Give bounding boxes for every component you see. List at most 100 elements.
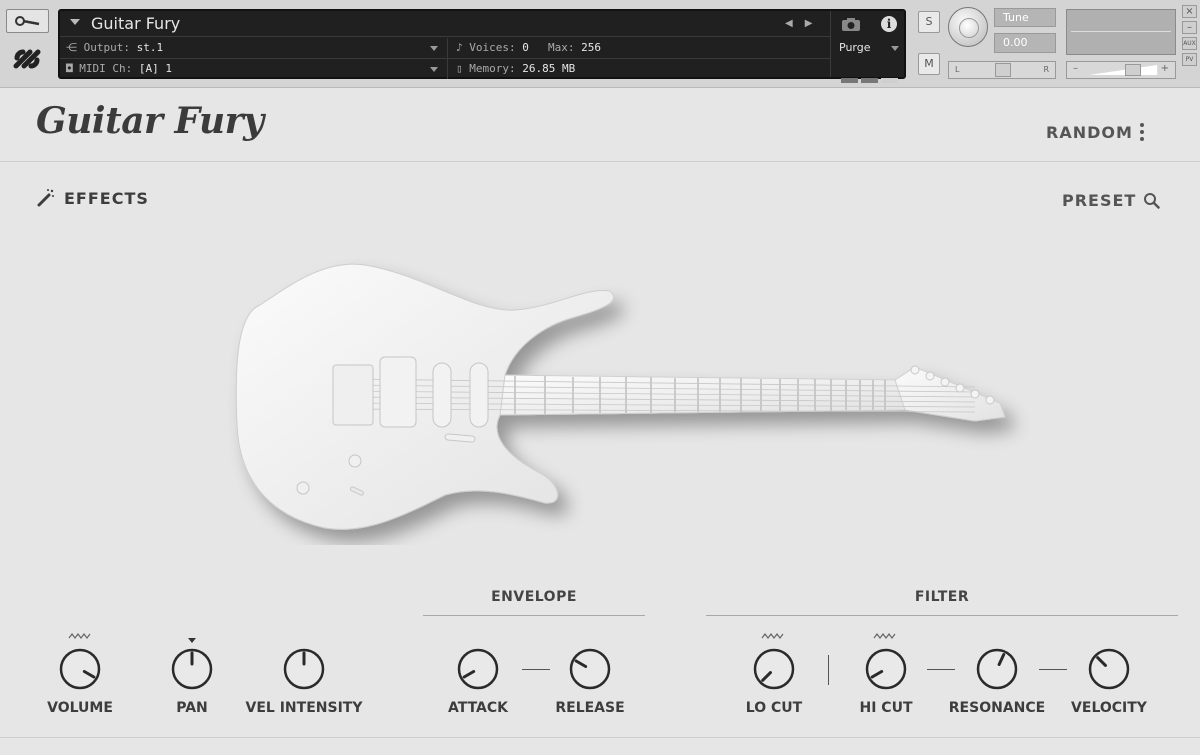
volume-knob[interactable] (59, 648, 101, 690)
voices-icon: ♪ (456, 41, 463, 54)
lo-cut-label: LO CUT (745, 700, 803, 716)
volume-ramp (1089, 65, 1158, 75)
close-button[interactable]: × (1182, 5, 1197, 18)
hi-cut-knob[interactable] (865, 648, 907, 690)
filter-section-label: FILTER (914, 589, 970, 605)
instrument-name[interactable]: Guitar Fury (91, 14, 180, 33)
minimize-button[interactable]: – (1182, 21, 1197, 34)
release-knob[interactable] (569, 648, 611, 690)
attack-release-connector (522, 669, 550, 670)
header-right-block: i Purge (830, 11, 906, 83)
hi-cut-label: HI CUT (859, 700, 913, 716)
effects-label: EFFECTS (64, 188, 149, 208)
pan-label: PAN (176, 700, 208, 716)
mute-button[interactable]: M (918, 53, 940, 75)
info-icon[interactable]: i (881, 16, 897, 32)
release-label: RELEASE (555, 700, 625, 716)
velocity-knob[interactable] (1088, 648, 1130, 690)
level-meter (1066, 9, 1176, 55)
tune-value[interactable]: 0.00 (994, 33, 1056, 53)
more-options-icon[interactable] (1140, 123, 1144, 144)
volume-minus-label: – (1073, 63, 1078, 74)
midi-value: [A] 1 (138, 62, 172, 75)
cpu-meters (841, 68, 901, 87)
pan-knob[interactable] (171, 648, 213, 690)
midi-dropdown-icon[interactable] (430, 67, 438, 72)
midi-icon: ◘ (66, 62, 73, 75)
tune-knob[interactable] (948, 7, 988, 47)
instrument-header-panel: Guitar Fury ◀▶ ⋲ Output: st.1 ♪ Voices: … (58, 9, 906, 83)
wrench-button[interactable] (6, 9, 49, 33)
voices-field: ♪ Voices: 0 (456, 41, 529, 54)
output-field[interactable]: ⋲ Output: st.1 (66, 41, 163, 54)
voices-value: 0 (522, 41, 529, 54)
kontakt-logo-icon (13, 49, 41, 69)
attack-knob[interactable] (457, 648, 499, 690)
output-icon: ⋲ (66, 41, 77, 54)
solo-button[interactable]: S (918, 11, 940, 33)
output-label: Output: (83, 41, 130, 54)
output-dropdown-icon[interactable] (430, 46, 438, 51)
pan-right-label: R (1043, 65, 1049, 74)
camera-icon[interactable] (841, 17, 861, 32)
pan-center-marker-icon (188, 638, 196, 643)
volume-slider[interactable]: – + (1066, 61, 1176, 79)
tune-label: Tune (994, 8, 1056, 27)
locut-mod-wave-icon (761, 633, 784, 639)
pan-slider[interactable]: L R (948, 61, 1056, 79)
memory-label: Memory: (469, 62, 516, 75)
volume-slider-thumb[interactable] (1125, 64, 1141, 76)
hicut-resonance-connector (927, 669, 955, 670)
guitar-illustration (235, 263, 1006, 530)
hicut-mod-wave-icon (873, 633, 896, 639)
memory-value: 26.85 MB (522, 62, 576, 75)
volume-label: VOLUME (47, 700, 113, 716)
memory-field: ▯ Memory: 26.85 MB (456, 62, 575, 75)
prev-next-arrows-icon[interactable]: ◀▶ (785, 18, 824, 29)
filter-divider (828, 655, 829, 685)
magic-wand-icon (37, 189, 54, 207)
resonance-velocity-connector (1039, 669, 1067, 670)
max-label: Max: (548, 41, 575, 54)
purge-button[interactable]: Purge (839, 41, 871, 54)
instrument-title: Guitar Fury (36, 100, 264, 142)
pv-button[interactable]: PV (1182, 53, 1197, 66)
aux-button[interactable]: AUX (1182, 37, 1197, 50)
collapse-caret-icon[interactable] (70, 19, 80, 25)
pan-left-label: L (955, 65, 960, 74)
midi-label: MIDI Ch: (79, 62, 133, 75)
preset-label: PRESET (1062, 191, 1137, 210)
kontakt-header: Guitar Fury ◀▶ ⋲ Output: st.1 ♪ Voices: … (0, 0, 1200, 88)
instrument-title-row: Guitar Fury ◀▶ (60, 11, 830, 37)
envelope-section-line (423, 615, 645, 616)
preset-button[interactable]: PRESET (1062, 191, 1161, 210)
effects-button[interactable]: EFFECTS (36, 188, 149, 208)
instrument-row-midi: ◘ MIDI Ch: [A] 1 ▯ Memory: 26.85 MB (60, 60, 830, 79)
resonance-label: RESONANCE (948, 700, 1046, 716)
max-voices-field[interactable]: Max: 256 (548, 41, 601, 54)
vel-intensity-label: VEL INTENSITY (245, 700, 363, 716)
vel-intensity-knob[interactable] (283, 648, 325, 690)
envelope-section-label: ENVELOPE (491, 589, 577, 605)
midi-channel-field[interactable]: ◘ MIDI Ch: [A] 1 (66, 62, 172, 75)
wrench-icon (14, 16, 39, 26)
attack-label: ATTACK (447, 700, 509, 716)
max-value: 256 (581, 41, 601, 54)
search-icon (1144, 193, 1161, 209)
resonance-knob[interactable] (976, 648, 1018, 690)
purge-dropdown-icon[interactable] (891, 46, 899, 51)
pan-slider-thumb[interactable] (995, 63, 1011, 77)
random-button[interactable]: RANDOM (1046, 123, 1133, 142)
bottom-divider (0, 737, 1200, 738)
volume-mod-wave-icon (68, 633, 91, 639)
volume-plus-label: + (1160, 63, 1169, 74)
header-separator (447, 38, 448, 79)
filter-section-line (706, 615, 1178, 616)
output-value: st.1 (136, 41, 164, 54)
instrument-row-output: ⋲ Output: st.1 ♪ Voices: 0 Max: 256 (60, 38, 830, 59)
velocity-label: VELOCITY (1071, 700, 1147, 716)
header-divider (0, 161, 1200, 162)
lo-cut-knob[interactable] (753, 648, 795, 690)
side-buttons: × – AUX PV (1182, 5, 1197, 69)
memory-icon: ▯ (456, 62, 463, 75)
